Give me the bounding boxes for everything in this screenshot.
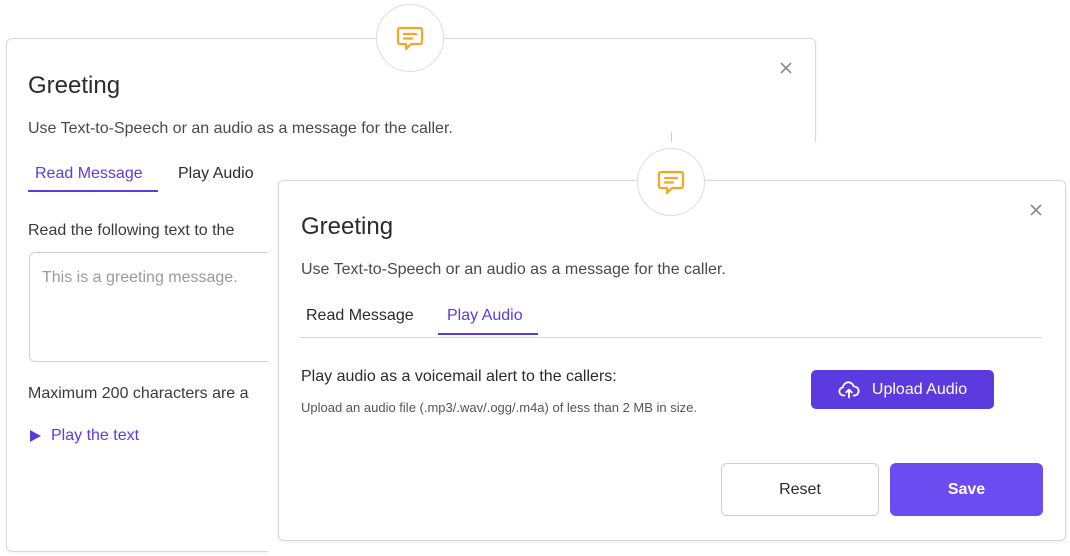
- dialog-subtitle: Use Text-to-Speech or an audio as a mess…: [28, 120, 453, 137]
- cloud-upload-icon: [838, 380, 860, 398]
- max-characters-note: Maximum 200 characters are a: [28, 385, 249, 402]
- audio-file-hint: Upload an audio file (.mp3/.wav/.ogg/.m4…: [301, 400, 697, 415]
- tab-play-audio[interactable]: Play Audio: [178, 165, 254, 183]
- active-tab-indicator: [438, 333, 538, 335]
- chat-bubble-icon: [657, 170, 685, 195]
- tab-read-message[interactable]: Read Message: [35, 165, 143, 183]
- close-icon[interactable]: [778, 60, 794, 76]
- audio-description: Play audio as a voicemail alert to the c…: [301, 368, 617, 385]
- tab-play-audio[interactable]: Play Audio: [447, 307, 523, 325]
- play-text-link[interactable]: Play the text: [30, 427, 139, 445]
- back-dialog-badge: [376, 4, 444, 72]
- upload-audio-label: Upload Audio: [871, 380, 968, 398]
- front-dialog-badge: [637, 148, 705, 216]
- play-text-label: Play the text: [51, 427, 140, 444]
- save-button[interactable]: Save: [890, 463, 1043, 516]
- chat-bubble-icon: [396, 26, 424, 51]
- reset-button[interactable]: Reset: [721, 463, 879, 516]
- active-tab-indicator: [28, 190, 158, 192]
- dialog-subtitle: Use Text-to-Speech or an audio as a mess…: [301, 261, 726, 278]
- close-icon[interactable]: [1028, 202, 1044, 218]
- read-instructions: Read the following text to the: [28, 222, 235, 239]
- play-triangle-icon: [30, 430, 41, 442]
- tab-read-message[interactable]: Read Message: [306, 307, 414, 325]
- dialog-title: Greeting: [28, 72, 121, 99]
- dialog-title: Greeting: [301, 213, 394, 240]
- tabs-divider: [300, 337, 1042, 338]
- upload-audio-button[interactable]: Upload Audio: [811, 370, 994, 409]
